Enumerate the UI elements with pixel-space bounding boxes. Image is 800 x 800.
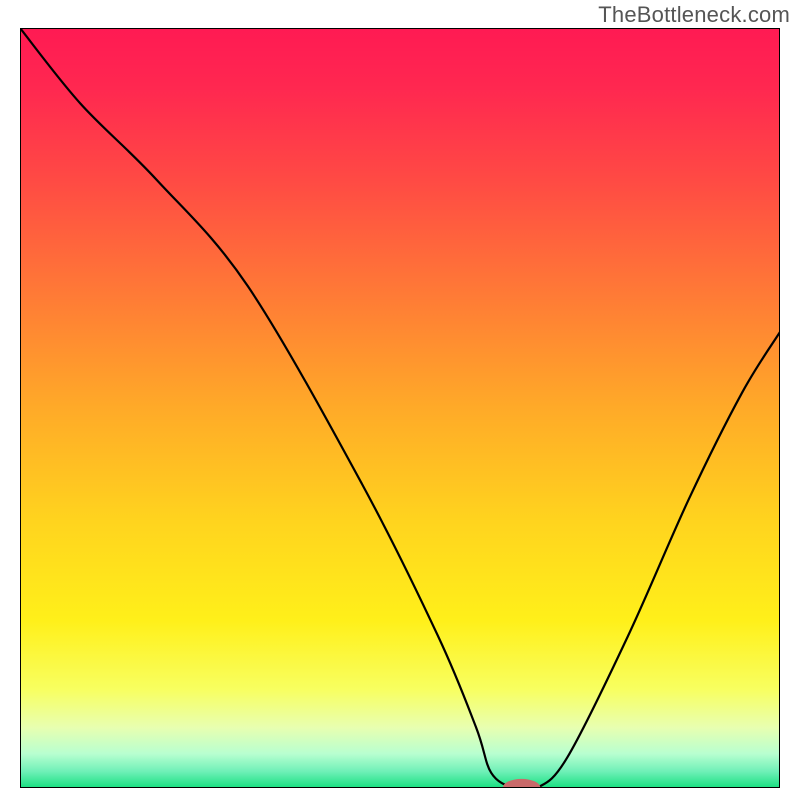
plot-area — [20, 28, 780, 788]
chart-container: TheBottleneck.com — [0, 0, 800, 800]
gradient-background — [20, 28, 780, 788]
chart-svg — [20, 28, 780, 788]
watermark-text: TheBottleneck.com — [598, 2, 790, 28]
